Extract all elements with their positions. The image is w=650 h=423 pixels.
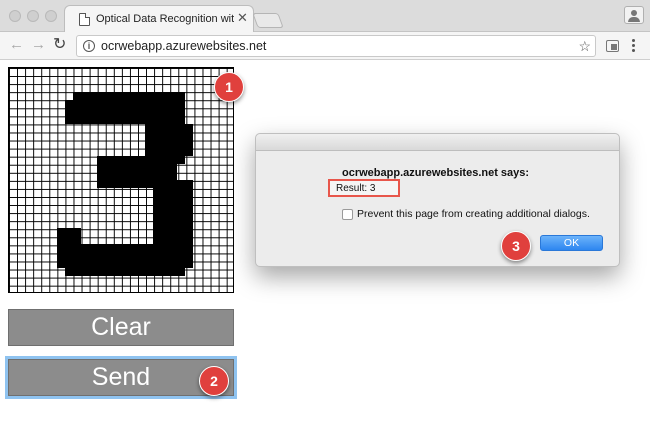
tab-close-icon[interactable]: ✕	[237, 11, 248, 25]
browser-tab[interactable]: Optical Data Recognition with ✕	[64, 5, 254, 32]
new-tab-button[interactable]	[252, 13, 284, 28]
tab-title: Optical Data Recognition with	[96, 13, 234, 25]
digit-stroke	[169, 124, 193, 156]
menu-icon[interactable]	[632, 39, 636, 53]
drawing-canvas[interactable]	[8, 67, 234, 293]
alert-dialog: ocrwebapp.azurewebsites.net says: Result…	[255, 133, 620, 267]
dialog-titlebar	[256, 134, 619, 151]
reload-icon[interactable]: ↻	[53, 37, 66, 53]
digit-stroke	[65, 100, 81, 124]
forward-icon[interactable]: →	[31, 37, 46, 53]
result-highlight: Result: 3	[328, 179, 400, 197]
info-icon[interactable]: i	[83, 40, 95, 52]
tab-strip: Optical Data Recognition with ✕	[0, 0, 650, 32]
step-callout-2: 2	[199, 366, 229, 396]
dialog-title: ocrwebapp.azurewebsites.net says:	[342, 167, 530, 179]
minimize-window-icon[interactable]	[27, 10, 39, 22]
extension-icon[interactable]	[606, 40, 619, 52]
zoom-window-icon[interactable]	[45, 10, 57, 22]
address-bar[interactable]: i ocrwebapp.azurewebsites.net ☆	[76, 35, 596, 57]
prevent-dialogs-label[interactable]: Prevent this page from creating addition…	[357, 208, 590, 220]
back-icon[interactable]: ←	[9, 37, 24, 53]
prevent-dialogs-checkbox[interactable]	[342, 209, 353, 220]
bookmark-star-icon[interactable]: ☆	[578, 38, 591, 54]
profile-icon[interactable]	[624, 6, 644, 24]
url-text[interactable]: ocrwebapp.azurewebsites.net	[101, 39, 266, 53]
step-callout-1: 1	[214, 72, 244, 102]
result-text: Result: 3	[336, 183, 376, 194]
digit-stroke	[57, 228, 81, 268]
step-callout-3: 3	[501, 231, 531, 261]
clear-button[interactable]: Clear	[8, 309, 234, 346]
page-icon	[79, 13, 90, 26]
ok-button[interactable]: OK	[540, 235, 603, 251]
close-window-icon[interactable]	[9, 10, 21, 22]
browser-toolbar: ← → ↻ i ocrwebapp.azurewebsites.net ☆	[0, 32, 650, 60]
